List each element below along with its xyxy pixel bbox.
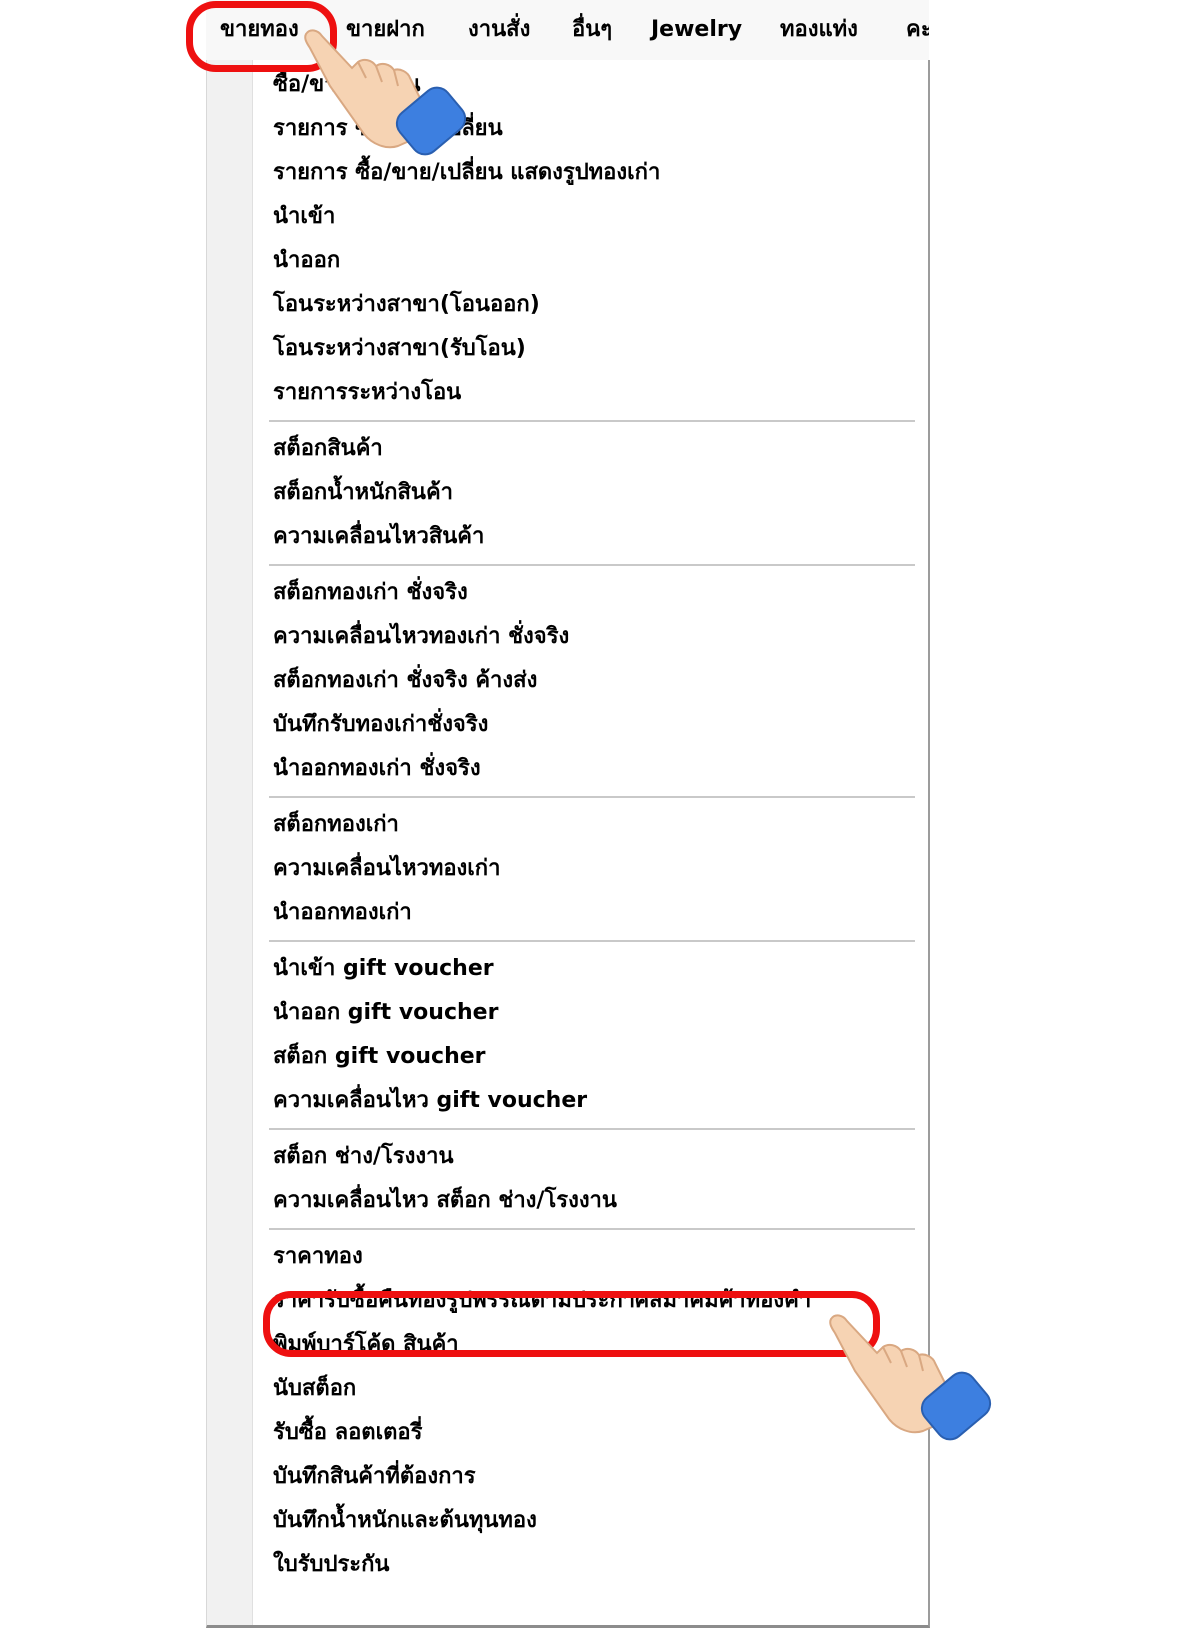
menu-item-old-gold-stock-weighed[interactable]: สต็อกทองเก่า ชั่งจริง <box>273 573 913 613</box>
menu-item-stock-count[interactable]: นับสต็อก <box>273 1369 913 1409</box>
menu-item-record-gold-weight-cost[interactable]: บันทึกน้ำหนักและต้นทุนทอง <box>273 1501 913 1541</box>
menu-item-gift-voucher-stock[interactable]: สต็อก gift voucher <box>273 1037 913 1077</box>
menu-item-old-gold-stock-pending[interactable]: สต็อกทองเก่า ชั่งจริง ค้างส่ง <box>273 661 913 701</box>
menu-item-jewelry[interactable]: Jewelry <box>651 16 742 44</box>
menu-icon-gutter <box>207 60 253 1625</box>
menu-item-buy-sell-exchange[interactable]: ซื้อ/ขาย/เปลี่ยน <box>273 65 913 105</box>
menu-separator <box>269 1128 915 1130</box>
menu-item-import-gift-voucher[interactable]: นำเข้า gift voucher <box>273 949 913 989</box>
menu-item-old-gold-stock[interactable]: สต็อกทองเก่า <box>273 805 913 845</box>
menu-item-warranty-card[interactable]: ใบรับประกัน <box>273 1545 913 1585</box>
menu-item-sell-gold[interactable]: ขายทอง <box>220 16 299 44</box>
sell-gold-dropdown-menu: ซื้อ/ขาย/เปลี่ยน รายการ ซื้อ/ขาย/เปลี่ยน… <box>206 60 930 1628</box>
menu-item-craftsman-stock[interactable]: สต็อก ช่าง/โรงงาน <box>273 1137 913 1177</box>
menu-item-print-barcode[interactable]: พิมพ์บาร์โค้ด สินค้า <box>273 1325 913 1365</box>
menu-item-export-gift-voucher[interactable]: นำออก gift voucher <box>273 993 913 1033</box>
menu-item-truncated[interactable]: คะ <box>906 16 929 44</box>
menu-separator <box>269 1228 915 1230</box>
menu-item-import[interactable]: นำเข้า <box>273 197 913 237</box>
menu-item-buy-sell-exchange-list[interactable]: รายการ ซื้อ/ขาย/เปลี่ยน <box>273 109 913 149</box>
menu-separator <box>269 564 915 566</box>
menu-item-old-gold-movement[interactable]: ความเคลื่อนไหวทองเก่า <box>273 849 913 889</box>
menu-item-gift-voucher-movement[interactable]: ความเคลื่อนไหว gift voucher <box>273 1081 913 1121</box>
menu-item-record-wanted-products[interactable]: บันทึกสินค้าที่ต้องการ <box>273 1457 913 1497</box>
menu-item-buy-lottery[interactable]: รับซื้อ ลอตเตอรี่ <box>273 1413 913 1453</box>
menu-item-others[interactable]: อื่นๆ <box>572 16 612 44</box>
menu-item-gold-buyback-price[interactable]: ราคารับซื้อคืนทองรูปพรรณตามประกาศสมาคมค้… <box>273 1281 913 1321</box>
menu-item-export-old-gold-weighed[interactable]: นำออกทองเก่า ชั่งจริง <box>273 749 913 789</box>
menu-item-old-gold-movement-weighed[interactable]: ความเคลื่อนไหวทองเก่า ชั่งจริง <box>273 617 913 657</box>
menu-item-list-with-old-gold-images[interactable]: รายการ ซื้อ/ขาย/เปลี่ยน แสดงรูปทองเก่า <box>273 153 913 193</box>
menu-item-orders[interactable]: งานสั่ง <box>468 16 530 44</box>
menu-separator <box>269 420 915 422</box>
menu-item-pawn[interactable]: ขายฝาก <box>346 16 425 44</box>
menu-separator <box>269 796 915 798</box>
menu-item-branch-transfer-out[interactable]: โอนระหว่างสาขา(โอนออก) <box>273 285 913 325</box>
menu-item-gold-bar[interactable]: ทองแท่ง <box>780 16 858 44</box>
menu-item-record-old-gold-receipt[interactable]: บันทึกรับทองเก่าชั่งจริง <box>273 705 913 745</box>
menu-item-gold-price[interactable]: ราคาทอง <box>273 1237 913 1277</box>
menu-item-in-transit-list[interactable]: รายการระหว่างโอน <box>273 373 913 413</box>
menu-item-craftsman-stock-movement[interactable]: ความเคลื่อนไหว สต็อก ช่าง/โรงงาน <box>273 1181 913 1221</box>
menu-item-product-stock[interactable]: สต็อกสินค้า <box>273 429 913 469</box>
menu-item-product-weight-stock[interactable]: สต็อกน้ำหนักสินค้า <box>273 473 913 513</box>
menu-item-export-old-gold[interactable]: นำออกทองเก่า <box>273 893 913 933</box>
menu-separator <box>269 940 915 942</box>
menu-item-product-movement[interactable]: ความเคลื่อนไหวสินค้า <box>273 517 913 557</box>
menu-bar: ขายทอง ขายฝาก งานสั่ง อื่นๆ Jewelry ทองแ… <box>206 0 929 62</box>
menu-item-export[interactable]: นำออก <box>273 241 913 281</box>
menu-item-branch-transfer-in[interactable]: โอนระหว่างสาขา(รับโอน) <box>273 329 913 369</box>
